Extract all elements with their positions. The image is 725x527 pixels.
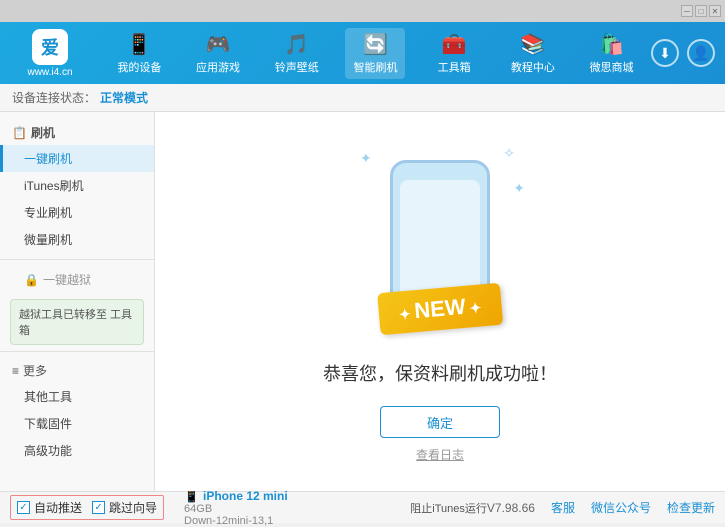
sidebar-item-jailbreak: 🔒 一键越狱 (0, 266, 154, 293)
sidebar-item-itunes-flash[interactable]: iTunes刷机 (0, 172, 154, 199)
bottom-left: ✓ 自动推送 ✓ 跳过向导 📱 iPhone 12 mini 64GB Down… (10, 489, 410, 527)
apps-games-label: 应用游戏 (196, 59, 240, 75)
weibo-store-label: 微思商城 (590, 59, 634, 75)
smart-flash-icon: 🔄 (363, 32, 388, 57)
my-device-icon: 📱 (127, 32, 152, 57)
weibo-store-icon: 🛍️ (599, 32, 624, 57)
sidebar-item-pro-flash[interactable]: 专业刷机 (0, 199, 154, 226)
sparkle-icon-2: ✧ (503, 145, 515, 162)
sidebar-item-other-tools[interactable]: 其他工具 (0, 383, 154, 410)
nav-smart-flash[interactable]: 🔄 智能刷机 (345, 28, 405, 79)
titlebar: ─ □ ✕ (0, 0, 725, 22)
main-content: ✦ ✧ ✦ NEW 恭喜您，保资料刷机成功啦！ 确定 查看日志 (155, 112, 725, 491)
device-model: Down-12mini-13,1 (184, 515, 288, 527)
sidebar-item-download-firmware[interactable]: 下载固件 (0, 410, 154, 437)
sparkle-icon-3: ✦ (513, 180, 525, 197)
micro-flash-label: 微量刷机 (24, 233, 72, 247)
nav-toolbox[interactable]: 🧰 工具箱 (424, 28, 484, 79)
itunes-status: 阻止iTunes运行 (410, 500, 487, 516)
auto-push-check-icon: ✓ (17, 501, 30, 514)
logo: 爱 www.i4.cn (10, 29, 90, 78)
auto-push-label: 自动推送 (34, 499, 82, 516)
show-log-link[interactable]: 查看日志 (416, 446, 464, 463)
tutorial-icon: 📚 (520, 32, 545, 57)
other-tools-label: 其他工具 (24, 390, 72, 404)
sidebar: 📋 刷机 一键刷机 iTunes刷机 专业刷机 微量刷机 🔒 一键越狱 越狱工具… (0, 112, 155, 491)
nav-weibo-store[interactable]: 🛍️ 微思商城 (582, 28, 642, 79)
sidebar-section-flash[interactable]: 📋 刷机 (0, 120, 154, 145)
sidebar-divider-1 (0, 259, 154, 260)
close-button[interactable]: ✕ (709, 5, 721, 17)
skip-wizard-check-icon: ✓ (92, 501, 105, 514)
auto-push-checkbox[interactable]: ✓ 自动推送 (17, 499, 82, 516)
advanced-label: 高级功能 (24, 444, 72, 458)
flash-section-icon: 📋 (12, 126, 27, 140)
wechat-public-link[interactable]: 微信公众号 (591, 499, 651, 516)
bottombar: ✓ 自动推送 ✓ 跳过向导 📱 iPhone 12 mini 64GB Down… (0, 491, 725, 523)
nav-tutorial[interactable]: 📚 教程中心 (503, 28, 563, 79)
version-label: V7.98.66 (487, 501, 535, 515)
sidebar-more-title: ≡ 更多 (0, 358, 154, 383)
status-value: 正常模式 (100, 89, 148, 106)
success-message: 恭喜您，保资料刷机成功啦！ (323, 360, 557, 386)
nav-ringtone[interactable]: 🎵 铃声壁纸 (267, 28, 327, 79)
logo-url: www.i4.cn (27, 67, 72, 78)
more-section-icon: ≡ (12, 364, 19, 378)
nav-apps-games[interactable]: 🎮 应用游戏 (188, 28, 248, 79)
tutorial-label: 教程中心 (511, 59, 555, 75)
device-info: 📱 iPhone 12 mini 64GB Down-12mini-13,1 (184, 489, 288, 527)
logo-icon: 爱 (32, 29, 68, 65)
ringtone-label: 铃声壁纸 (275, 59, 319, 75)
lock-icon: 🔒 (24, 273, 39, 287)
my-device-label: 我的设备 (117, 59, 161, 75)
sidebar-divider-2 (0, 351, 154, 352)
status-label: 设备连接状态： (12, 89, 96, 106)
toolbox-label: 工具箱 (438, 59, 471, 75)
confirm-button[interactable]: 确定 (380, 406, 500, 438)
minimize-button[interactable]: ─ (681, 5, 693, 17)
ringtone-icon: 🎵 (284, 32, 309, 57)
checkbox-group: ✓ 自动推送 ✓ 跳过向导 (10, 495, 164, 520)
download-firmware-label: 下载固件 (24, 417, 72, 431)
apps-games-icon: 🎮 (206, 32, 231, 57)
download-button[interactable]: ⬇ (651, 39, 679, 67)
sidebar-info-box: 越狱工具已转移至 工具箱 (10, 299, 144, 345)
jailbreak-label: 一键越狱 (43, 271, 91, 288)
phone-screen (400, 180, 480, 300)
user-button[interactable]: 👤 (687, 39, 715, 67)
header: 爱 www.i4.cn 📱 我的设备 🎮 应用游戏 🎵 铃声壁纸 🔄 智能刷机 … (0, 22, 725, 84)
info-box-text: 越狱工具已转移至 工具箱 (19, 309, 132, 337)
success-illustration: ✦ ✧ ✦ NEW (350, 140, 530, 340)
pro-flash-label: 专业刷机 (24, 206, 72, 220)
window-controls: ─ □ ✕ (681, 5, 721, 17)
nav-bar: 📱 我的设备 🎮 应用游戏 🎵 铃声壁纸 🔄 智能刷机 🧰 工具箱 📚 教程中心… (100, 28, 651, 79)
maximize-button[interactable]: □ (695, 5, 707, 17)
check-update-link[interactable]: 检查更新 (667, 499, 715, 516)
sidebar-item-advanced[interactable]: 高级功能 (0, 437, 154, 464)
sidebar-item-one-click-flash[interactable]: 一键刷机 (0, 145, 154, 172)
flash-section-label: 刷机 (31, 124, 55, 141)
sparkle-icon-1: ✦ (360, 150, 372, 167)
one-click-flash-label: 一键刷机 (24, 152, 72, 166)
skip-wizard-checkbox[interactable]: ✓ 跳过向导 (92, 499, 157, 516)
device-storage: 64GB (184, 503, 288, 515)
smart-flash-label: 智能刷机 (353, 59, 397, 75)
statusbar: 设备连接状态： 正常模式 (0, 84, 725, 112)
bottom-right: V7.98.66 客服 微信公众号 检查更新 (487, 499, 715, 516)
itunes-status-text: 阻止iTunes运行 (410, 500, 487, 516)
skip-wizard-label: 跳过向导 (109, 499, 157, 516)
nav-my-device[interactable]: 📱 我的设备 (109, 28, 169, 79)
sidebar-item-micro-flash[interactable]: 微量刷机 (0, 226, 154, 253)
toolbox-icon: 🧰 (442, 32, 467, 57)
customer-service-link[interactable]: 客服 (551, 499, 575, 516)
main-layout: 📋 刷机 一键刷机 iTunes刷机 专业刷机 微量刷机 🔒 一键越狱 越狱工具… (0, 112, 725, 491)
more-section-label: 更多 (23, 362, 47, 379)
itunes-flash-label: iTunes刷机 (24, 179, 84, 193)
header-right: ⬇ 👤 (651, 39, 715, 67)
